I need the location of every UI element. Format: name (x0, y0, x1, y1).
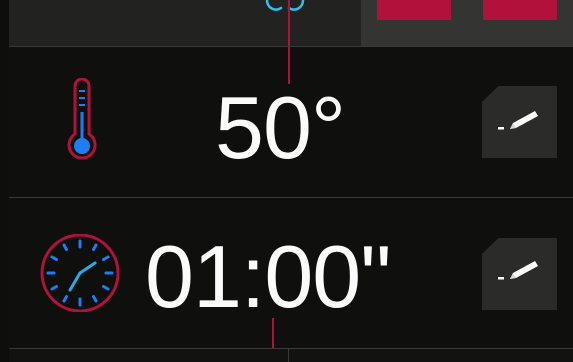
pencil-icon (498, 111, 538, 130)
steam-icon (265, 0, 305, 11)
edit-timer-button[interactable] (482, 238, 557, 310)
bottom-bar-separator (288, 349, 289, 362)
temperature-row[interactable]: 50° (9, 46, 573, 197)
pencil-icon (498, 261, 538, 280)
edit-temperature-button[interactable] (482, 86, 557, 158)
temperature-value: 50° (215, 78, 346, 177)
thermometer-icon (67, 78, 97, 160)
timer-row[interactable]: 01:00" (9, 198, 573, 348)
settings-screen: 50° 01:00" (9, 0, 573, 362)
bottom-bar (9, 349, 573, 362)
tab-left[interactable] (377, 0, 451, 20)
clock-icon (40, 234, 120, 312)
timer-value: 01:00" (145, 227, 391, 326)
tab-right[interactable] (483, 0, 557, 20)
